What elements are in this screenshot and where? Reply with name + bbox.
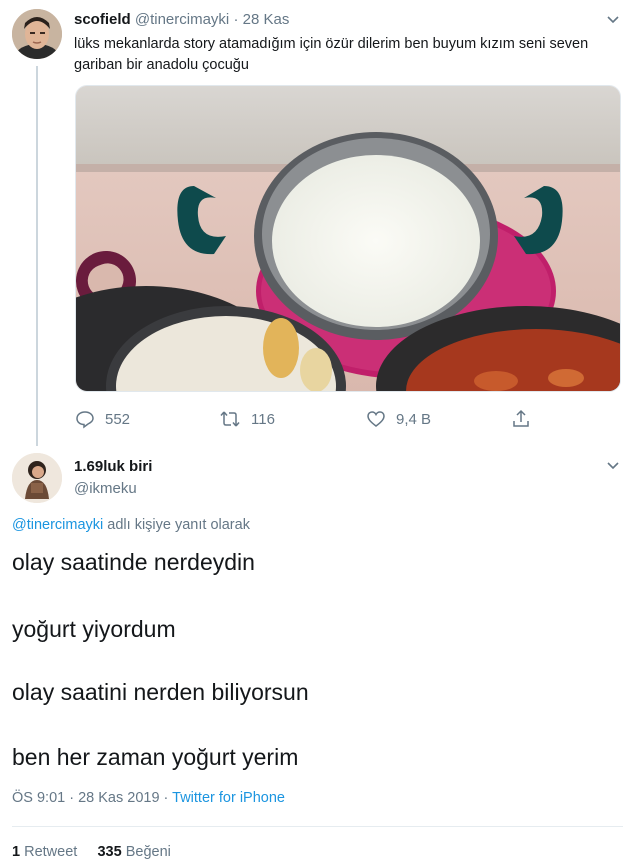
- like-stat[interactable]: 335 Beğeni: [97, 844, 170, 860]
- tweet-text-line: olay saatini nerden biliyorsun: [12, 679, 309, 705]
- tweet-stats: 1 Retweet 335 Beğeni: [12, 844, 171, 860]
- tweet-source-link[interactable]: Twitter for iPhone: [172, 790, 285, 806]
- author-name[interactable]: scofield: [74, 11, 131, 28]
- tweet-text-line: yoğurt yiyordum: [12, 616, 176, 642]
- reply-icon: [76, 411, 94, 429]
- reply-count: 552: [105, 410, 131, 428]
- tweet: scofield @tinercimayki · 28 Kas lüks mek…: [0, 0, 635, 446]
- like-stat-label: Beğeni: [125, 844, 171, 860]
- retweet-count: 116: [251, 410, 275, 428]
- reply-context: @tinercimayki adlı kişiye yanıt olarak: [12, 517, 250, 533]
- separator: ·: [233, 11, 239, 28]
- share-icon: [513, 409, 529, 427]
- tweet-date[interactable]: 28 Kas: [243, 11, 290, 28]
- author-handle[interactable]: @tinercimayki: [135, 11, 229, 28]
- like-stat-count: 335: [97, 844, 122, 860]
- tweet-text-line: olay saatinde nerdeydin: [12, 549, 255, 575]
- share-button[interactable]: [511, 408, 541, 430]
- tweet-timestamp[interactable]: ÖS 9:01 · 28 Kas 2019: [12, 790, 160, 806]
- tweet-metadata: ÖS 9:01 · 28 Kas 2019 · Twitter for iPho…: [12, 790, 285, 806]
- author-name[interactable]: 1.69luk biri: [74, 458, 152, 475]
- reply-button[interactable]: 552: [75, 408, 130, 430]
- heart-icon: [367, 411, 385, 427]
- retweet-stat-count: 1: [12, 844, 21, 860]
- chevron-down-icon[interactable]: [606, 12, 620, 30]
- retweet-stat[interactable]: 1 Retweet: [12, 844, 77, 860]
- separator: ·: [159, 790, 173, 806]
- tweet-actions: 552 116 9,4 B: [75, 408, 545, 432]
- retweet-icon: [220, 411, 240, 427]
- retweet-stat-label: Retweet: [24, 844, 78, 860]
- retweet-button[interactable]: 116: [219, 408, 275, 430]
- tweet-text: lüks mekanlarda story atamadığım için öz…: [74, 36, 589, 73]
- reply-context-label: adlı kişiye yanıt olarak: [107, 517, 250, 533]
- tweet-photo[interactable]: [75, 85, 621, 392]
- author-handle[interactable]: @ikmeku: [74, 480, 137, 497]
- divider: [12, 826, 623, 827]
- like-button[interactable]: 9,4 B: [366, 408, 431, 430]
- tweet-header: scofield @tinercimayki · 28 Kas: [74, 11, 289, 28]
- reply-mention-link[interactable]: @tinercimayki: [12, 517, 103, 533]
- avatar[interactable]: [12, 9, 62, 59]
- avatar[interactable]: [12, 453, 62, 503]
- tweet-text-line: ben her zaman yoğurt yerim: [12, 744, 299, 770]
- like-count: 9,4 B: [396, 410, 432, 428]
- chevron-down-icon[interactable]: [606, 458, 620, 476]
